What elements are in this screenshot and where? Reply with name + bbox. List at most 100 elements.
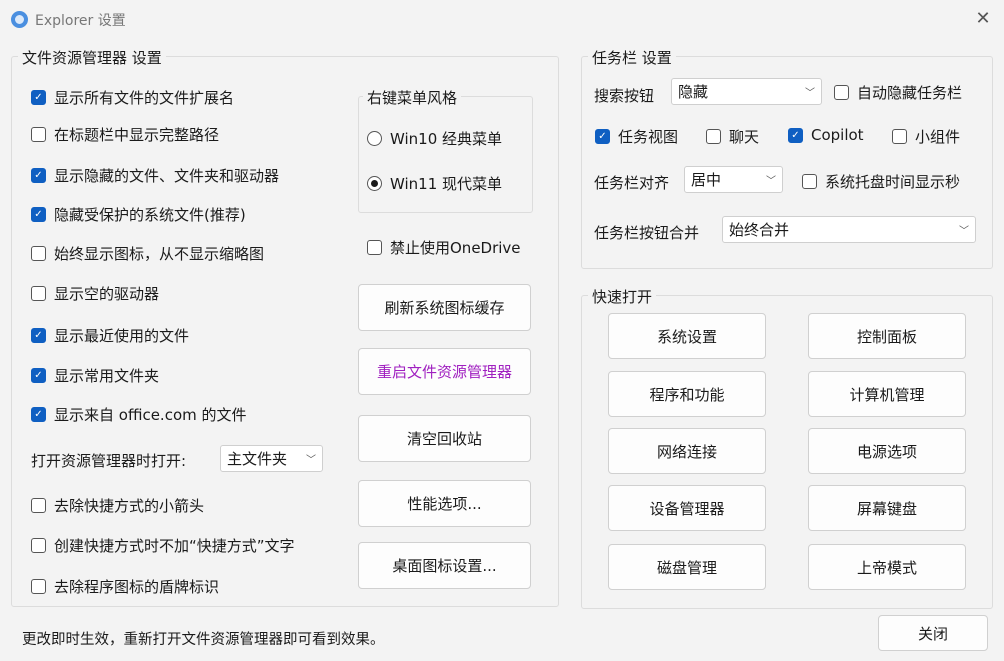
checkbox[interactable]: ✓: [31, 328, 46, 343]
app-gear-icon: [11, 11, 28, 28]
quick-open-button[interactable]: 程序和功能: [608, 371, 766, 417]
quick-open-title: 快速打开: [588, 286, 657, 307]
quick-open-button[interactable]: 设备管理器: [608, 485, 766, 531]
quick-open-button[interactable]: 计算机管理: [808, 371, 966, 417]
explorer-option-checkbox[interactable]: ✓ 显示来自 office.com 的文件: [31, 404, 247, 425]
radio-win11-menu[interactable]: Win11 现代菜单: [367, 173, 502, 194]
explorer-option-checkbox[interactable]: 显示空的驱动器: [31, 283, 159, 304]
checkbox-label: 聊天: [729, 128, 760, 146]
chevron-down-icon: ﹀: [959, 226, 969, 237]
checkbox[interactable]: [31, 579, 46, 594]
chevron-down-icon: ﹀: [766, 176, 776, 187]
quick-open-button[interactable]: 网络连接: [608, 428, 766, 474]
select-value: 隐藏: [678, 83, 709, 101]
taskbar-group-title: 任务栏 设置: [588, 47, 676, 68]
quick-open-button[interactable]: 系统设置: [608, 313, 766, 359]
explorer-option-checkbox[interactable]: ✓ 显示所有文件的文件扩展名: [31, 87, 234, 108]
menu-style-title: 右键菜单风格: [363, 87, 462, 108]
footer-note: 更改即时生效，重新打开文件资源管理器即可看到效果。: [22, 632, 385, 648]
checkbox[interactable]: [802, 174, 817, 189]
taskview-checkbox[interactable]: ✓ 任务视图: [595, 126, 678, 147]
checkbox-label: 去除程序图标的盾牌标识: [54, 578, 220, 596]
checkbox-label: 自动隐藏任务栏: [857, 84, 963, 102]
checkbox-label: 系统托盘时间显示秒: [825, 173, 961, 191]
explorer-option-checkbox[interactable]: ✓ 显示常用文件夹: [31, 365, 159, 386]
checkbox[interactable]: [367, 240, 382, 255]
checkbox-label: 禁止使用OneDrive: [390, 239, 521, 257]
shortcut-option-checkbox[interactable]: 去除程序图标的盾牌标识: [31, 576, 219, 597]
checkbox[interactable]: ✓: [788, 127, 803, 143]
radio-label: Win11 现代菜单: [390, 175, 503, 193]
checkbox-label: 在标题栏中显示完整路径: [54, 126, 220, 144]
autohide-checkbox[interactable]: 自动隐藏任务栏: [834, 82, 962, 103]
radio-win10-menu[interactable]: Win10 经典菜单: [367, 128, 502, 149]
checkbox[interactable]: [31, 286, 46, 301]
quick-open-button[interactable]: 上帝模式: [808, 544, 966, 590]
window-close-button[interactable]: ✕: [968, 4, 998, 34]
shortcut-option-checkbox[interactable]: 创建快捷方式时不加“快捷方式”文字: [31, 535, 295, 556]
radio-button[interactable]: [367, 131, 382, 146]
select-value: 始终合并: [729, 221, 790, 239]
checkbox-label: 显示所有文件的文件扩展名: [54, 89, 235, 107]
checkbox[interactable]: [706, 129, 721, 144]
checkbox[interactable]: [31, 538, 46, 553]
search-button-label: 搜索按钮: [594, 87, 655, 105]
checkbox[interactable]: [31, 246, 46, 261]
onedrive-checkbox[interactable]: 禁止使用OneDrive: [367, 237, 521, 258]
radio-label: Win10 经典菜单: [390, 130, 503, 148]
checkbox[interactable]: [892, 129, 907, 144]
checkbox-label: 去除快捷方式的小箭头: [54, 497, 205, 515]
explorer-option-checkbox[interactable]: 始终显示图标，从不显示缩略图: [31, 243, 264, 264]
explorer-action-button[interactable]: 性能选项...: [358, 480, 531, 527]
checkbox-label: 显示常用文件夹: [54, 367, 160, 385]
chat-checkbox[interactable]: 聊天: [706, 126, 759, 147]
close-button[interactable]: 关闭: [878, 615, 988, 651]
explorer-action-button[interactable]: 清空回收站: [358, 415, 531, 462]
checkbox[interactable]: ✓: [31, 168, 46, 183]
open-at-value: 主文件夹: [227, 450, 288, 468]
align-label: 任务栏对齐: [594, 174, 670, 192]
checkbox[interactable]: ✓: [31, 207, 46, 222]
quick-open-button[interactable]: 电源选项: [808, 428, 966, 474]
checkbox[interactable]: [834, 85, 849, 100]
checkbox-label: 创建快捷方式时不加“快捷方式”文字: [54, 537, 295, 555]
checkbox-label: 始终显示图标，从不显示缩略图: [54, 245, 265, 263]
checkbox-label: 小组件: [915, 128, 961, 146]
explorer-option-checkbox[interactable]: ✓ 显示最近使用的文件: [31, 325, 189, 346]
shortcut-option-checkbox[interactable]: 去除快捷方式的小箭头: [31, 495, 204, 516]
seconds-checkbox[interactable]: 系统托盘时间显示秒: [802, 171, 960, 192]
checkbox[interactable]: ✓: [31, 90, 46, 105]
checkbox-label: 显示最近使用的文件: [54, 327, 190, 345]
checkbox[interactable]: [31, 127, 46, 142]
checkbox[interactable]: ✓: [31, 407, 46, 422]
align-select[interactable]: 居中 ﹀: [684, 166, 783, 193]
explorer-action-button[interactable]: 重启文件资源管理器: [358, 348, 531, 395]
open-at-label: 打开资源管理器时打开:: [31, 452, 187, 470]
checkbox[interactable]: ✓: [595, 129, 610, 144]
checkbox-label: 显示来自 office.com 的文件: [54, 406, 247, 424]
explorer-group-title: 文件资源管理器 设置: [18, 47, 166, 68]
widgets-checkbox[interactable]: 小组件: [892, 126, 960, 147]
quick-open-button[interactable]: 屏幕键盘: [808, 485, 966, 531]
quick-open-button[interactable]: 磁盘管理: [608, 544, 766, 590]
explorer-option-checkbox[interactable]: ✓ 显示隐藏的文件、文件夹和驱动器: [31, 165, 279, 186]
checkbox-label: 任务视图: [618, 128, 679, 146]
copilot-checkbox[interactable]: ✓ Copilot: [788, 126, 864, 144]
checkbox[interactable]: [31, 498, 46, 513]
menu-style-group: [358, 96, 533, 213]
checkbox[interactable]: ✓: [31, 368, 46, 383]
chevron-down-icon: ﹀: [306, 455, 316, 466]
combine-label: 任务栏按钮合并: [594, 224, 700, 242]
explorer-option-checkbox[interactable]: ✓ 隐藏受保护的系统文件(推荐): [31, 204, 246, 225]
explorer-action-button[interactable]: 刷新系统图标缓存: [358, 284, 531, 331]
explorer-option-checkbox[interactable]: 在标题栏中显示完整路径: [31, 124, 219, 145]
search-button-select[interactable]: 隐藏 ﹀: [671, 78, 822, 105]
combine-select[interactable]: 始终合并 ﹀: [722, 216, 976, 243]
open-at-select[interactable]: 主文件夹 ﹀: [220, 445, 323, 472]
quick-open-button[interactable]: 控制面板: [808, 313, 966, 359]
checkbox-label: 显示空的驱动器: [54, 285, 160, 303]
title-bar: [0, 0, 1004, 38]
explorer-action-button[interactable]: 桌面图标设置...: [358, 542, 531, 589]
radio-button[interactable]: [367, 176, 382, 191]
window-title: Explorer 设置: [35, 13, 126, 29]
